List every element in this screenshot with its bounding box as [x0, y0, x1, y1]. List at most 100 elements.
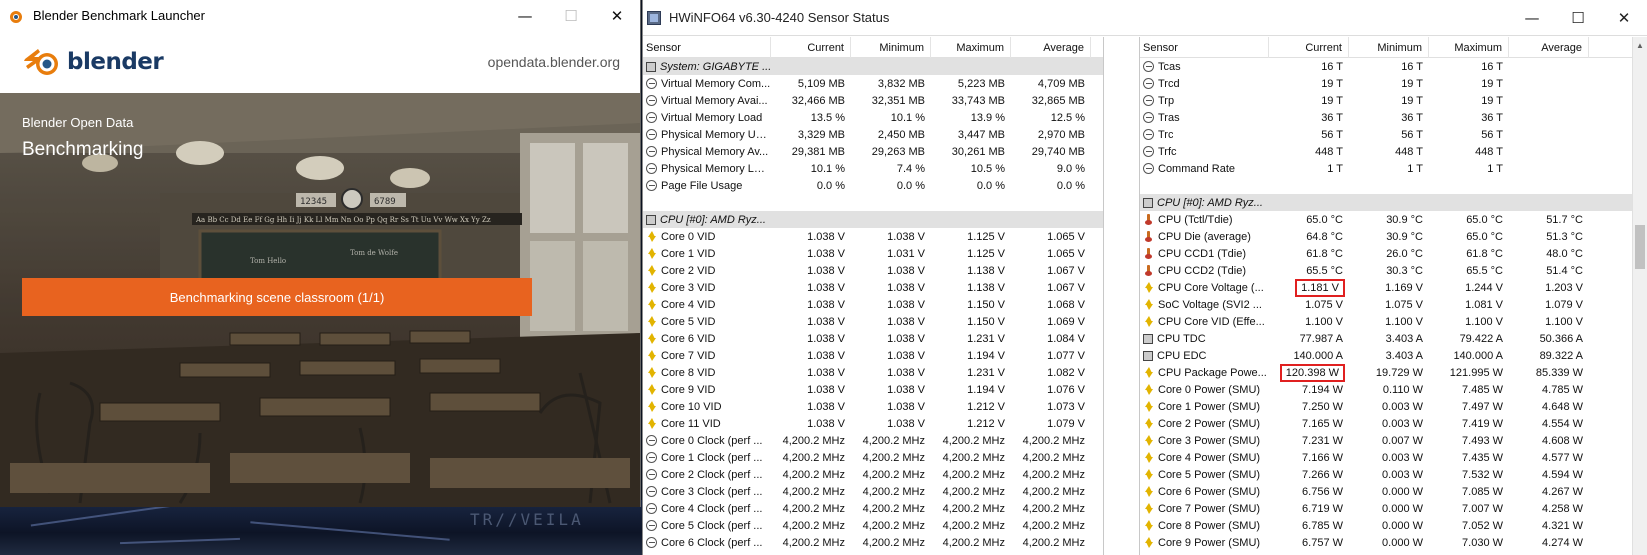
scrollbar-thumb[interactable]: [1635, 225, 1645, 269]
sensor-row[interactable]: Core 1 Power (SMU) 7.250 W 0.003 W 7.497 W 4…: [1140, 398, 1647, 415]
sensor-row[interactable]: Core 7 VID 1.038 V 1.038 V 1.194 V 1.077 V: [643, 347, 1103, 364]
sensor-row[interactable]: Trp 19 T 19 T 19 T: [1140, 92, 1647, 109]
column-header-maximum[interactable]: Maximum: [1429, 37, 1509, 58]
sensor-name-cell: CPU Core Voltage (...: [1140, 282, 1269, 294]
average-value: 12.5 %: [1050, 111, 1085, 124]
sensor-row[interactable]: CPU TDC 77.987 A 3.403 A 79.422 A 50.366 A: [1140, 330, 1647, 347]
sensor-row[interactable]: Trfc 448 T 448 T 448 T: [1140, 143, 1647, 160]
sensor-row[interactable]: Core 1 VID 1.038 V 1.031 V 1.125 V 1.065 V: [643, 245, 1103, 262]
close-button[interactable]: ✕: [1601, 0, 1647, 36]
maximum-value: 65.0 °C: [1466, 213, 1503, 226]
sensor-row[interactable]: Core 8 Power (SMU) 6.785 W 0.000 W 7.052 W 4…: [1140, 517, 1647, 534]
sensor-row[interactable]: Core 2 Power (SMU) 7.165 W 0.003 W 7.419 W 4…: [1140, 415, 1647, 432]
sensor-row[interactable]: Physical Memory Load 10.1 % 7.4 % 10.5 % 9.0…: [643, 160, 1103, 177]
sensor-row[interactable]: Core 2 Clock (perf ... 4,200.2 MHz 4,200.2…: [643, 466, 1103, 483]
maximum-value: 19 T: [1481, 77, 1503, 90]
sensor-row[interactable]: Core 7 Power (SMU) 6.719 W 0.000 W 7.007 W 4…: [1140, 500, 1647, 517]
maximum-value: 79.422 A: [1459, 332, 1503, 345]
sensor-row[interactable]: CPU EDC 140.000 A 3.403 A 140.000 A 89.322 A: [1140, 347, 1647, 364]
sensor-row[interactable]: Core 3 Clock (perf ... 4,200.2 MHz 4,200.2…: [643, 483, 1103, 500]
maximize-button[interactable]: ☐: [1555, 0, 1601, 36]
sensor-row[interactable]: Core 4 VID 1.038 V 1.038 V 1.150 V 1.068 V: [643, 296, 1103, 313]
opendata-link[interactable]: opendata.blender.org: [488, 54, 620, 70]
sensor-row[interactable]: Physical Memory Av... 29,381 MB 29,263 MB 3…: [643, 143, 1103, 160]
blender-titlebar[interactable]: Blender Benchmark Launcher — ☐ ✕: [0, 0, 640, 31]
sensor-row[interactable]: CPU Core Voltage (... 1.181 V 1.169 V 1.244…: [1140, 278, 1647, 297]
panel-splitter[interactable]: [1103, 37, 1140, 555]
column-header-sensor[interactable]: Sensor: [1140, 37, 1269, 58]
minimize-button[interactable]: —: [502, 0, 548, 31]
maximum-value: 5,223 MB: [957, 77, 1005, 90]
minimum-value: 1.100 V: [1385, 315, 1423, 328]
lightning-bolt-icon: [1143, 316, 1154, 327]
sensor-row[interactable]: Core 11 VID 1.038 V 1.038 V 1.212 V 1.079 V: [643, 415, 1103, 432]
sensor-row[interactable]: Core 6 Clock (perf ... 4,200.2 MHz 4,200.2…: [643, 534, 1103, 551]
sensor-row[interactable]: CPU CCD2 (Tdie) 65.5 °C 30.3 °C 65.5 °C 51.4…: [1140, 262, 1647, 279]
column-header-sensor[interactable]: Sensor: [643, 37, 771, 58]
sensor-row[interactable]: Page File Usage 0.0 % 0.0 % 0.0 % 0.0 %: [643, 177, 1103, 194]
maximum-value: 1.194 V: [967, 383, 1005, 396]
vertical-scrollbar[interactable]: ▲: [1632, 37, 1647, 555]
average-value: 50.366 A: [1539, 332, 1583, 345]
sensor-row[interactable]: Core 0 Power (SMU) 7.194 W 0.110 W 7.485 W 4…: [1140, 381, 1647, 398]
sensor-row[interactable]: Trcd 19 T 19 T 19 T: [1140, 75, 1647, 92]
hwinfo-titlebar[interactable]: HWiNFO64 v6.30-4240 Sensor Status — ☐ ✕: [643, 0, 1647, 36]
column-header-maximum[interactable]: Maximum: [931, 37, 1011, 58]
clock-icon: [1143, 78, 1154, 89]
sensor-row[interactable]: Core 6 VID 1.038 V 1.038 V 1.231 V 1.084 V: [643, 330, 1103, 347]
sensor-name: Core 7 Power (SMU): [1158, 502, 1261, 515]
sensor-row[interactable]: Tcas 16 T 16 T 16 T: [1140, 58, 1647, 75]
close-button[interactable]: ✕: [594, 0, 640, 31]
sensor-row[interactable]: Core 3 Power (SMU) 7.231 W 0.007 W 7.493 W 4…: [1140, 432, 1647, 449]
sensor-name: Core 0 Power (SMU): [1158, 383, 1261, 396]
sensor-group-header[interactable]: CPU [#0]: AMD Ryz...: [643, 211, 1103, 228]
sensor-row[interactable]: CPU Die (average) 64.8 °C 30.9 °C 65.0 °C 51…: [1140, 228, 1647, 245]
sensor-row[interactable]: Virtual Memory Com... 5,109 MB 3,832 MB 5,2…: [643, 75, 1103, 92]
minimum-value: 0.0 %: [896, 179, 925, 192]
sensor-row[interactable]: Core 6 Power (SMU) 6.756 W 0.000 W 7.085 W 4…: [1140, 483, 1647, 500]
sensor-row[interactable]: Core 8 VID 1.038 V 1.038 V 1.231 V 1.082 V: [643, 364, 1103, 381]
sensor-row[interactable]: Core 9 VID 1.038 V 1.038 V 1.194 V 1.076 V: [643, 381, 1103, 398]
sensor-row[interactable]: Core 4 Clock (perf ... 4,200.2 MHz 4,200.2…: [643, 500, 1103, 517]
sensor-name-cell: Page File Usage: [643, 180, 771, 192]
sensor-row[interactable]: Core 3 VID 1.038 V 1.038 V 1.138 V 1.067 V: [643, 279, 1103, 296]
column-header-current[interactable]: Current: [1269, 37, 1349, 58]
blender-logo[interactable]: blender: [22, 45, 164, 79]
sensor-row[interactable]: Core 4 Power (SMU) 7.166 W 0.003 W 7.435 W 4…: [1140, 449, 1647, 466]
sensor-row[interactable]: Core 5 Power (SMU) 7.266 W 0.003 W 7.532 W 4…: [1140, 466, 1647, 483]
sensor-row[interactable]: Core 0 VID 1.038 V 1.038 V 1.125 V 1.065 V: [643, 228, 1103, 245]
sensor-row[interactable]: Physical Memory Used 3,329 MB 2,450 MB 3,44…: [643, 126, 1103, 143]
sensor-row[interactable]: Core 9 Power (SMU) 6.757 W 0.000 W 7.030 W 4…: [1140, 534, 1647, 551]
scroll-up-icon[interactable]: ▲: [1633, 37, 1647, 54]
current-value: 1.038 V: [807, 281, 845, 294]
sensor-row[interactable]: CPU Package Powe... 120.398 W 19.729 W 121.…: [1140, 363, 1647, 382]
sensor-name: Core 5 VID: [661, 315, 716, 328]
sensor-row[interactable]: Core 5 VID 1.038 V 1.038 V 1.150 V 1.069 V: [643, 313, 1103, 330]
sensor-group-header[interactable]: System: GIGABYTE ...: [643, 58, 1103, 75]
sensor-row[interactable]: Virtual Memory Load 13.5 % 10.1 % 13.9 % 12.…: [643, 109, 1103, 126]
sensor-row[interactable]: Core 0 Clock (perf ... 4,200.2 MHz 4,200.2…: [643, 432, 1103, 449]
minimize-button[interactable]: —: [1509, 0, 1555, 36]
sensor-row[interactable]: Core 5 Clock (perf ... 4,200.2 MHz 4,200.2…: [643, 517, 1103, 534]
sensor-row[interactable]: Virtual Memory Avai... 32,466 MB 32,351 MB…: [643, 92, 1103, 109]
sensor-row[interactable]: Core 2 VID 1.038 V 1.038 V 1.138 V 1.067 V: [643, 262, 1103, 279]
column-header-average[interactable]: Average: [1509, 37, 1589, 58]
maximize-button[interactable]: ☐: [548, 0, 594, 31]
minimum-value: 19 T: [1401, 77, 1423, 90]
current-value: 1.038 V: [807, 417, 845, 430]
column-header-minimum[interactable]: Minimum: [851, 37, 931, 58]
column-header-current[interactable]: Current: [771, 37, 851, 58]
sensor-row[interactable]: Trc 56 T 56 T 56 T: [1140, 126, 1647, 143]
column-header-average[interactable]: Average: [1011, 37, 1091, 58]
sensor-row[interactable]: Core 10 VID 1.038 V 1.038 V 1.212 V 1.073 V: [643, 398, 1103, 415]
sensor-row[interactable]: Core 1 Clock (perf ... 4,200.2 MHz 4,200.2…: [643, 449, 1103, 466]
sensor-row[interactable]: CPU (Tctl/Tdie) 65.0 °C 30.9 °C 65.0 °C 51.7…: [1140, 211, 1647, 228]
sensor-row[interactable]: Tras 36 T 36 T 36 T: [1140, 109, 1647, 126]
sensor-row[interactable]: Command Rate 1 T 1 T 1 T: [1140, 160, 1647, 177]
column-header-minimum[interactable]: Minimum: [1349, 37, 1429, 58]
sensor-row[interactable]: CPU CCD1 (Tdie) 61.8 °C 26.0 °C 61.8 °C 48.0…: [1140, 245, 1647, 262]
maximum-value: 1.231 V: [967, 366, 1005, 379]
sensor-row[interactable]: SoC Voltage (SVI2 ... 1.075 V 1.075 V 1.081…: [1140, 296, 1647, 313]
sensor-group-header[interactable]: CPU [#0]: AMD Ryz...: [1140, 194, 1647, 211]
sensor-row[interactable]: CPU Core VID (Effe... 1.100 V 1.100 V 1.100…: [1140, 313, 1647, 330]
